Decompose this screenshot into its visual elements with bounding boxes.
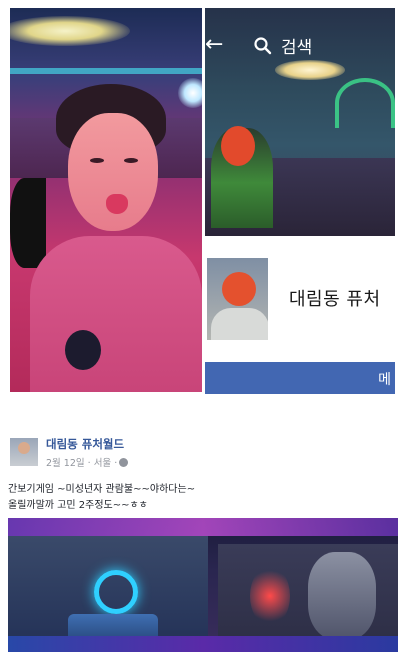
shirt	[30, 236, 202, 392]
avatar-face	[18, 442, 30, 454]
face-blur-mark	[221, 126, 255, 166]
cover-neon-arch	[335, 78, 395, 128]
neon-ring-sign	[94, 570, 138, 614]
adjacent-person	[10, 178, 46, 268]
avatar-face-blur	[222, 272, 256, 306]
globe-icon	[119, 458, 129, 467]
message-button[interactable]: 메	[205, 362, 395, 394]
post-photo[interactable]	[8, 518, 398, 652]
back-arrow-icon[interactable]: ←	[205, 32, 227, 58]
club-ceiling-lights	[8, 518, 398, 536]
search-label[interactable]: 검색	[281, 33, 312, 58]
neon-strip	[10, 68, 202, 74]
search-icon[interactable]	[253, 36, 273, 56]
screen-face-art	[308, 552, 376, 640]
post-date-location[interactable]: 2월 12일 · 서울 ·	[46, 458, 117, 469]
page-avatar[interactable]	[205, 256, 270, 342]
post-author-name[interactable]: 대림동 퓨처월드	[46, 436, 124, 452]
club-floor-lights	[8, 636, 398, 652]
lamp-glow	[178, 78, 202, 108]
avatar-body	[211, 308, 268, 340]
post-meta: 2월 12일 · 서울 ·	[46, 455, 129, 469]
message-button-label: 메	[378, 372, 391, 388]
shirt-patch	[65, 330, 101, 370]
page-name[interactable]: 대림동 퓨처	[289, 285, 381, 311]
tongue-out-mouth	[106, 194, 128, 214]
ceiling-light	[10, 16, 130, 46]
selfie-photo[interactable]	[10, 8, 202, 392]
left-eye	[90, 158, 104, 163]
facebook-page-screenshot: ← 검색 대림동 퓨처 메	[205, 8, 395, 394]
post-text-line-2: 올릴까말까 고민 2주정도~~ㅎㅎ	[8, 500, 148, 511]
post-avatar[interactable]	[10, 438, 38, 466]
post-text-line-1: 간보기게임 ~미성년자 관람불~~야하다는~	[8, 484, 196, 495]
top-bar: ← 검색	[205, 30, 395, 64]
red-light	[250, 566, 290, 626]
right-eye	[124, 158, 138, 163]
